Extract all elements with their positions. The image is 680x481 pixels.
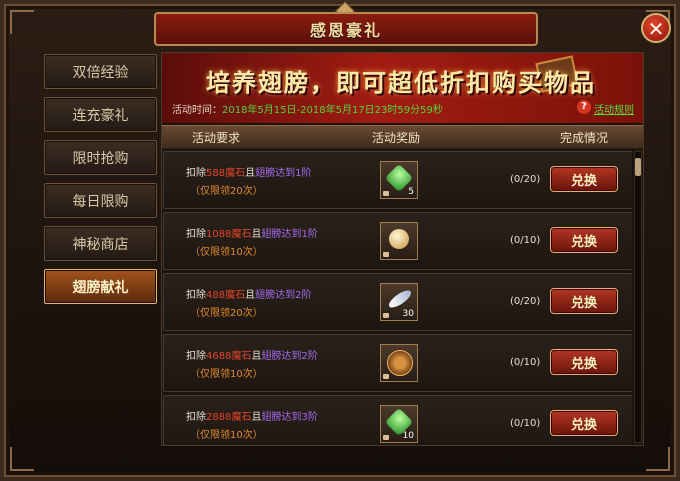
reward-slot[interactable]: 10 bbox=[380, 405, 418, 443]
reward-slot[interactable] bbox=[380, 222, 418, 260]
tab-flash-sale[interactable]: 限时抢购 bbox=[44, 140, 157, 175]
req-prefix: 扣除 bbox=[186, 290, 206, 301]
tab-mystery-shop[interactable]: 神秘商店 bbox=[44, 226, 157, 261]
req-condition: 翅膀达到3阶 bbox=[261, 412, 318, 423]
window-title: 感恩豪礼 bbox=[154, 12, 538, 46]
req-prefix: 扣除 bbox=[186, 168, 206, 179]
event-time: 活动时间：2018年5月15日-2018年5月17日23时59分59秒 bbox=[172, 101, 443, 116]
row-progress: (0/10) bbox=[510, 357, 541, 368]
row-requirement: 扣除2888魔石且翅膀达到3阶 bbox=[186, 408, 318, 423]
tab-daily-limit[interactable]: 每日限购 bbox=[44, 183, 157, 218]
reward-row: 扣除4688魔石且翅膀达到2阶 （仅限领10次） (0/10) 兑换 bbox=[163, 334, 632, 392]
req-conj: 且 bbox=[251, 351, 262, 362]
row-requirement: 扣除588魔石且翅膀达到1阶 bbox=[186, 164, 311, 179]
lock-icon bbox=[383, 435, 389, 440]
reward-row: 扣除2888魔石且翅膀达到3阶 （仅限领10次） 10 (0/10) 兑换 bbox=[163, 395, 632, 445]
req-condition: 翅膀达到2阶 bbox=[261, 351, 318, 362]
lock-icon bbox=[383, 252, 389, 257]
reward-qty: 30 bbox=[402, 309, 414, 319]
req-cost: 588魔石 bbox=[206, 168, 246, 179]
reward-row: 扣除488魔石且翅膀达到2阶 （仅限领20次） 30 (0/20) 兑换 bbox=[163, 273, 632, 331]
help-icon[interactable]: ? bbox=[577, 100, 591, 114]
list-scrollbar[interactable] bbox=[634, 151, 642, 443]
corner-ornament bbox=[10, 10, 34, 34]
scroll-thumb[interactable] bbox=[635, 158, 641, 176]
lock-icon bbox=[383, 191, 389, 196]
req-prefix: 扣除 bbox=[186, 229, 206, 240]
row-limit: （仅限领10次） bbox=[190, 430, 263, 441]
exchange-button[interactable]: 兑换 bbox=[550, 166, 618, 192]
event-banner: 培养翅膀，即可超低折扣购买物品 活动时间：2018年5月15日-2018年5月1… bbox=[162, 53, 643, 123]
row-requirement: 扣除1088魔石且翅膀达到1阶 bbox=[186, 225, 318, 240]
tab-wing-gift[interactable]: 翅膀献礼 bbox=[44, 269, 157, 304]
row-limit: （仅限领20次） bbox=[190, 186, 263, 197]
row-requirement: 扣除4688魔石且翅膀达到2阶 bbox=[186, 347, 318, 362]
reward-slot[interactable]: 30 bbox=[380, 283, 418, 321]
exchange-button[interactable]: 兑换 bbox=[550, 410, 618, 436]
tab-recharge-gift[interactable]: 连充豪礼 bbox=[44, 97, 157, 132]
row-progress: (0/10) bbox=[510, 235, 541, 246]
req-conj: 且 bbox=[251, 229, 262, 240]
close-button[interactable]: ✕ bbox=[641, 13, 671, 43]
req-cost: 1088魔石 bbox=[206, 229, 252, 240]
row-limit: （仅限领20次） bbox=[190, 308, 263, 319]
event-window: 感恩豪礼 ✕ 双倍经验 连充豪礼 限时抢购 每日限购 神秘商店 翅膀献礼 培养翅… bbox=[0, 0, 680, 481]
lock-icon bbox=[383, 313, 389, 318]
golden-orb-icon bbox=[389, 229, 409, 249]
event-time-value: 2018年5月15日-2018年5月17日23时59分59秒 bbox=[222, 105, 443, 116]
rules-link[interactable]: 活动规则 bbox=[594, 101, 634, 116]
row-limit: （仅限领10次） bbox=[190, 247, 263, 258]
reward-slot[interactable]: 5 bbox=[380, 161, 418, 199]
row-progress: (0/20) bbox=[510, 296, 541, 307]
tab-double-exp[interactable]: 双倍经验 bbox=[44, 54, 157, 89]
req-condition: 翅膀达到1阶 bbox=[261, 229, 318, 240]
corner-ornament bbox=[646, 447, 670, 471]
req-cost: 2888魔石 bbox=[206, 412, 252, 423]
exchange-button[interactable]: 兑换 bbox=[550, 288, 618, 314]
col-status: 完成情况 bbox=[560, 131, 609, 145]
reward-qty: 5 bbox=[408, 187, 414, 197]
bronze-disc-icon bbox=[387, 350, 413, 376]
row-progress: (0/20) bbox=[510, 174, 541, 185]
req-conj: 且 bbox=[251, 412, 262, 423]
content-panel: 培养翅膀，即可超低折扣购买物品 活动时间：2018年5月15日-2018年5月1… bbox=[161, 52, 644, 446]
req-cost: 4688魔石 bbox=[206, 351, 252, 362]
feather-icon bbox=[386, 287, 414, 311]
req-conj: 且 bbox=[245, 290, 256, 301]
reward-list: 扣除588魔石且翅膀达到1阶 （仅限领20次） 5 (0/20) 兑换 扣除10… bbox=[162, 151, 632, 445]
reward-qty: 10 bbox=[402, 431, 414, 441]
exchange-button[interactable]: 兑换 bbox=[550, 349, 618, 375]
reward-row: 扣除588魔石且翅膀达到1阶 （仅限领20次） 5 (0/20) 兑换 bbox=[163, 151, 632, 209]
req-prefix: 扣除 bbox=[186, 412, 206, 423]
row-requirement: 扣除488魔石且翅膀达到2阶 bbox=[186, 286, 311, 301]
exchange-button[interactable]: 兑换 bbox=[550, 227, 618, 253]
req-cost: 488魔石 bbox=[206, 290, 246, 301]
tab-list: 双倍经验 连充豪礼 限时抢购 每日限购 神秘商店 翅膀献礼 bbox=[44, 54, 157, 312]
req-condition: 翅膀达到1阶 bbox=[255, 168, 312, 179]
col-reward: 活动奖励 bbox=[372, 131, 421, 145]
reward-slot[interactable] bbox=[380, 344, 418, 382]
col-requirement: 活动要求 bbox=[192, 131, 241, 145]
row-progress: (0/10) bbox=[510, 418, 541, 429]
column-header: 活动要求 活动奖励 完成情况 bbox=[162, 125, 643, 149]
req-conj: 且 bbox=[245, 168, 256, 179]
banner-headline: 培养翅膀，即可超低折扣购买物品 bbox=[206, 69, 596, 97]
lock-icon bbox=[383, 374, 389, 379]
reward-row: 扣除1088魔石且翅膀达到1阶 （仅限领10次） (0/10) 兑换 bbox=[163, 212, 632, 270]
corner-ornament bbox=[10, 447, 34, 471]
req-condition: 翅膀达到2阶 bbox=[255, 290, 312, 301]
row-limit: （仅限领10次） bbox=[190, 369, 263, 380]
req-prefix: 扣除 bbox=[186, 351, 206, 362]
event-time-label: 活动时间： bbox=[172, 105, 222, 116]
